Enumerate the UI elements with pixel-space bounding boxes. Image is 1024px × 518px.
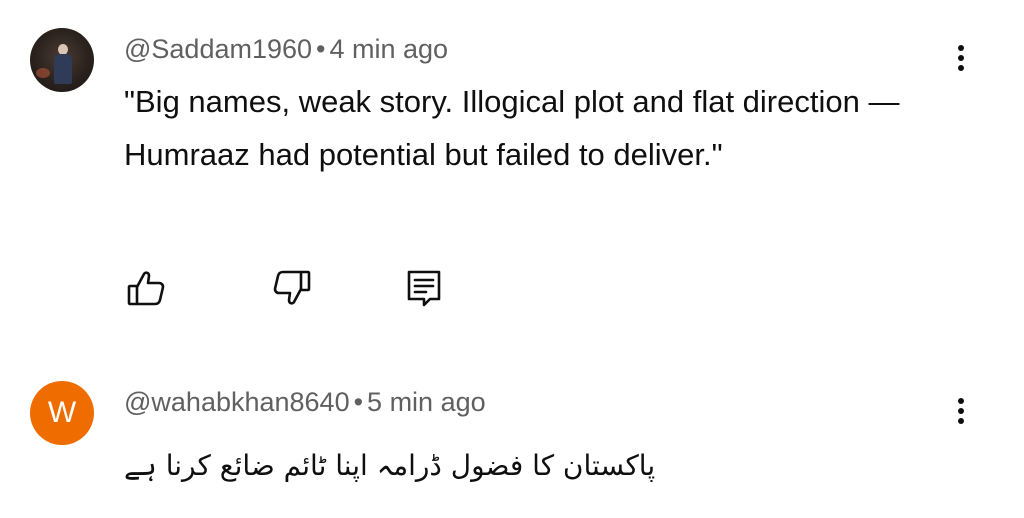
dislike-button[interactable] xyxy=(270,266,314,310)
thumbs-up-icon xyxy=(127,271,165,306)
avatar[interactable] xyxy=(30,28,94,92)
comment-header: @Saddam1960 • 4 min ago xyxy=(124,33,448,65)
timestamp: 5 min ago xyxy=(367,387,486,417)
thumbs-down-icon xyxy=(273,270,311,305)
comment-item: @Saddam1960 • 4 min ago "Big names, weak s… xyxy=(0,0,1024,330)
comment-text: پاکستان کا فضول ڈرامہ اپنا ٹائم ضائع کرن… xyxy=(124,449,656,482)
comment-header: @wahabkhan8640 • 5 min ago xyxy=(124,386,486,418)
more-options-button[interactable] xyxy=(946,391,976,431)
like-button[interactable] xyxy=(124,266,168,310)
separator-dot: • xyxy=(316,34,326,64)
author-handle[interactable]: @wahabkhan8640 xyxy=(124,387,350,417)
author-handle[interactable]: @Saddam1960 xyxy=(124,34,312,64)
timestamp: 4 min ago xyxy=(329,34,449,64)
vertical-ellipsis-icon xyxy=(958,398,964,404)
reply-button[interactable] xyxy=(402,266,446,310)
vertical-ellipsis-icon xyxy=(958,45,964,51)
more-options-button[interactable] xyxy=(946,38,976,78)
reply-icon xyxy=(407,270,441,307)
separator-dot: • xyxy=(353,387,364,417)
avatar[interactable]: W xyxy=(30,381,94,445)
comment-text: "Big names, weak story. Illogical plot a… xyxy=(124,84,900,172)
